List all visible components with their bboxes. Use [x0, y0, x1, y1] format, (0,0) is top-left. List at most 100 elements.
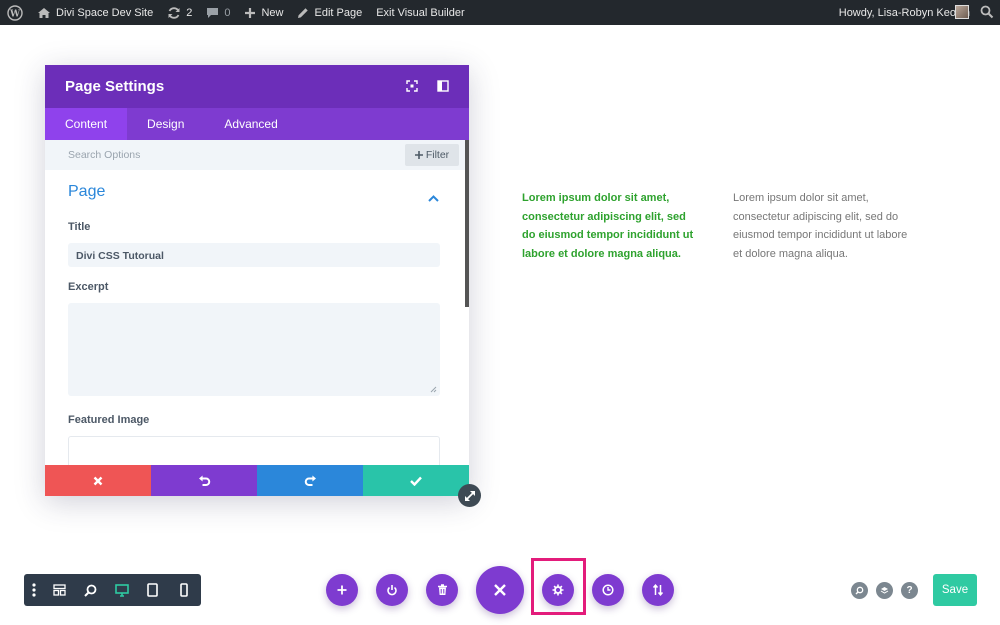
search-icon	[855, 586, 864, 595]
save-button[interactable]: Save	[933, 574, 977, 606]
tab-advanced[interactable]: Advanced	[204, 108, 297, 140]
modal-footer	[45, 465, 469, 496]
search-options-input[interactable]: Search Options Filter	[45, 140, 465, 170]
site-name: Divi Space Dev Site	[56, 6, 154, 19]
fullscreen-button[interactable]	[404, 78, 420, 94]
history-icon	[602, 584, 614, 596]
excerpt-label: Excerpt	[68, 281, 109, 293]
gray-text-block: Lorem ipsum dolor sit amet, consectetur …	[733, 192, 908, 260]
page-settings-modal: Page Settings Content Design Advanced Se…	[45, 65, 469, 496]
desktop-icon	[114, 583, 129, 597]
modal-header[interactable]: Page Settings	[45, 65, 469, 108]
modal-body: Page Title Divi CSS Tutorual Excerpt Fea…	[45, 170, 465, 465]
trash-icon	[437, 584, 447, 595]
power-icon	[387, 585, 397, 596]
fullscreen-icon	[406, 80, 418, 92]
layers-button[interactable]	[876, 582, 893, 599]
zoom-view-button[interactable]	[75, 574, 106, 606]
wireframe-view-button[interactable]	[44, 574, 75, 606]
expand-icon	[464, 490, 475, 501]
collapse-section-button[interactable]	[428, 189, 439, 207]
modal-scrollbar[interactable]	[465, 140, 469, 307]
comment-icon	[207, 7, 219, 18]
excerpt-field[interactable]	[68, 303, 440, 396]
refresh-icon	[168, 6, 180, 19]
filter-button[interactable]: Filter	[405, 144, 459, 166]
save-changes-button[interactable]	[363, 465, 469, 496]
modal-resize-handle[interactable]	[458, 484, 481, 507]
find-button[interactable]	[851, 582, 868, 599]
close-icon	[93, 476, 103, 485]
comments-link[interactable]: 0	[199, 0, 237, 25]
add-button[interactable]	[326, 574, 358, 606]
search-icon	[980, 5, 994, 19]
undo-icon	[198, 475, 210, 486]
chevron-up-icon	[428, 195, 439, 202]
wordpress-logo-button[interactable]: W	[0, 0, 30, 25]
admin-bar: W Divi Space Dev Site 2 0 New Edit Page …	[0, 0, 1000, 25]
more-icon	[32, 583, 36, 597]
edit-page-link[interactable]: Edit Page	[290, 0, 369, 25]
wordpress-icon: W	[7, 4, 23, 21]
more-options-button[interactable]	[24, 574, 44, 606]
howdy-text: Howdy, Lisa-Robyn Keown	[838, 6, 970, 19]
modal-title: Page Settings	[65, 78, 165, 95]
plus-icon	[245, 7, 256, 18]
snap-sidebar-button[interactable]	[435, 78, 451, 94]
delete-button[interactable]	[426, 574, 458, 606]
page-section-title[interactable]: Page	[68, 183, 105, 201]
wireframe-icon	[53, 584, 66, 596]
redo-button[interactable]	[257, 465, 363, 496]
discard-button[interactable]	[45, 465, 151, 496]
exit-visual-builder-label: Exit Visual Builder	[376, 6, 465, 19]
updates-count: 2	[186, 6, 193, 19]
phone-view-button[interactable]	[168, 574, 199, 606]
title-value: Divi CSS Tutorual	[76, 250, 164, 262]
pencil-icon	[298, 7, 309, 18]
updates-link[interactable]: 2	[160, 0, 199, 25]
tablet-icon	[147, 583, 158, 597]
add-icon	[337, 585, 347, 595]
edit-page-label: Edit Page	[314, 6, 363, 19]
close-icon	[494, 584, 506, 596]
check-icon	[410, 476, 422, 486]
comments-count: 0	[224, 6, 231, 19]
featured-image-upload[interactable]	[68, 436, 440, 465]
zoom-icon	[84, 584, 97, 597]
help-icon: ?	[906, 584, 913, 596]
exit-visual-builder-link[interactable]: Exit Visual Builder	[369, 0, 471, 25]
portability-button[interactable]	[642, 574, 674, 606]
search-placeholder: Search Options	[68, 149, 141, 161]
help-button[interactable]: ?	[901, 582, 918, 599]
admin-search-button[interactable]	[980, 5, 994, 22]
tab-content[interactable]: Content	[45, 108, 128, 140]
phone-icon	[179, 583, 188, 597]
svg-text:W: W	[9, 9, 21, 19]
plus-icon	[414, 151, 423, 159]
history-button[interactable]	[592, 574, 624, 606]
account-menu[interactable]: Howdy, Lisa-Robyn Keown	[839, 0, 970, 25]
featured-image-label: Featured Image	[68, 414, 150, 426]
modal-tabs: Content Design Advanced	[45, 108, 469, 140]
green-text-block: Lorem ipsum dolor sit amet, consectetur …	[522, 192, 694, 260]
responsive-toolbar	[24, 574, 201, 606]
redo-icon	[304, 475, 316, 486]
desktop-view-button[interactable]	[106, 574, 137, 606]
filter-label: Filter	[425, 149, 450, 161]
tab-design[interactable]: Design	[127, 108, 204, 140]
new-label: New	[261, 6, 284, 19]
home-icon	[38, 7, 50, 18]
portability-icon	[652, 584, 664, 596]
avatar[interactable]	[955, 5, 969, 19]
undo-button[interactable]	[151, 465, 257, 496]
site-name-link[interactable]: Divi Space Dev Site	[30, 0, 160, 25]
tablet-view-button[interactable]	[137, 574, 168, 606]
settings-highlight-box	[531, 558, 586, 615]
new-content-link[interactable]: New	[237, 0, 290, 25]
title-field[interactable]: Divi CSS Tutorual	[68, 243, 440, 267]
resize-grip-icon	[430, 386, 437, 393]
layers-icon	[880, 587, 889, 594]
title-label: Title	[68, 221, 91, 233]
disable-button[interactable]	[376, 574, 408, 606]
close-builder-button[interactable]	[476, 566, 524, 614]
